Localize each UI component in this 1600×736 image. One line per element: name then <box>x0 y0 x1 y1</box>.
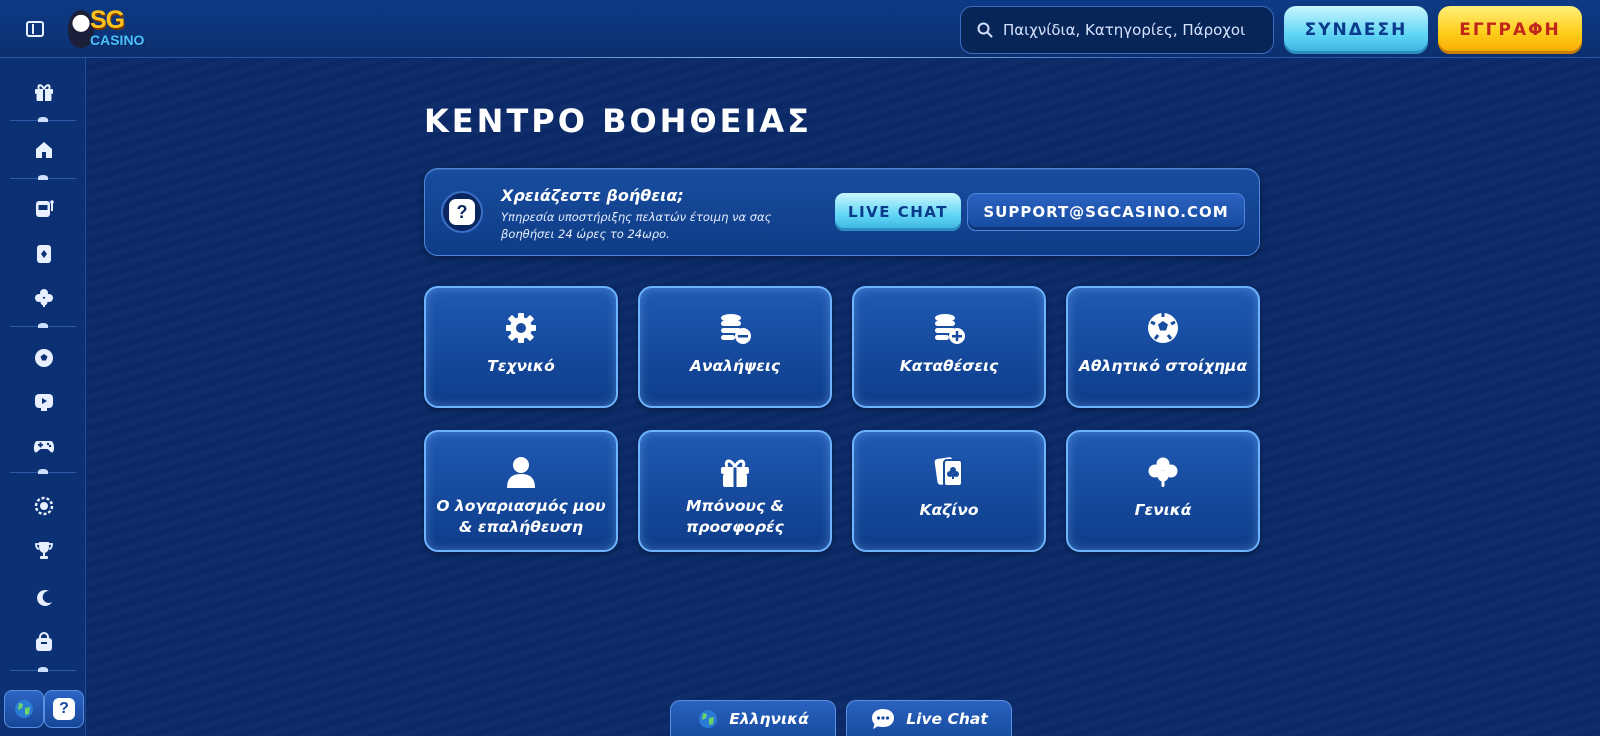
gift-icon <box>717 454 753 490</box>
sidebar-item-vip[interactable] <box>30 492 58 520</box>
category-label: Καζίνο <box>919 501 979 519</box>
user-icon <box>503 454 539 490</box>
sidebar-separator <box>10 323 76 328</box>
gamepad-icon <box>33 441 55 453</box>
category-label: Μπόνους & προσφορές <box>685 497 785 536</box>
language-selector-button[interactable]: Ελληνικά <box>670 700 836 736</box>
play-tv-icon <box>35 394 53 411</box>
search-icon <box>977 22 993 38</box>
gift-icon <box>35 84 53 101</box>
category-card-withdrawals[interactable]: Αναλήψεις <box>638 286 832 408</box>
category-label: Αθλητικό στοίχημα <box>1078 357 1248 375</box>
sidebar-separator <box>10 117 76 122</box>
help-banner-title: Χρειάζεστε βοήθεια; <box>501 186 684 205</box>
question-mark-icon: ? <box>449 199 475 225</box>
sidebar-item-gifts[interactable] <box>30 78 58 106</box>
help-circle-icon: ? <box>441 191 483 233</box>
shop-bag-icon <box>36 632 52 651</box>
category-card-sports-betting[interactable]: Αθλητικό στοίχημα <box>1066 286 1260 408</box>
language-globe-button[interactable] <box>4 690 44 728</box>
home-icon <box>36 142 52 158</box>
help-icon: ? <box>53 698 75 720</box>
main-content <box>87 59 1600 736</box>
footer-live-chat-button[interactable]: Live Chat <box>846 700 1012 736</box>
globe-icon <box>15 700 33 718</box>
coins-minus-icon <box>717 310 753 346</box>
badge-icon <box>34 496 54 516</box>
support-email-button[interactable]: SUPPORT@SGCASINO.COM <box>967 193 1245 231</box>
page-title: ΚΕΝΤΡΟ ΒΟΗΘΕΙΑΣ <box>424 102 813 140</box>
help-banner-subtitle: Υπηρεσία υποστήριξης πελατών έτοιμη να σ… <box>501 210 772 241</box>
slot-machine-icon <box>36 200 54 217</box>
logo-sg-text: SG <box>90 6 125 34</box>
soccer-ball-icon <box>1145 310 1181 346</box>
category-card-general[interactable]: Γενικά <box>1066 430 1260 552</box>
trophy-icon <box>35 542 53 559</box>
category-card-deposits[interactable]: Καταθέσεις <box>852 286 1046 408</box>
category-label: Αναλήψεις <box>689 357 781 375</box>
playing-cards-icon <box>931 454 967 490</box>
sidebar-separator <box>10 469 76 474</box>
category-label: Ο λογαριασμός μου & επαλήθευση <box>436 497 606 536</box>
category-card-technical[interactable]: Τεχνικό <box>424 286 618 408</box>
clover-icon <box>35 289 53 307</box>
sidebar-separator <box>10 175 76 180</box>
globe-icon <box>699 709 718 728</box>
category-card-account-verification[interactable]: Ο λογαριασμός μου & επαλήθευση <box>424 430 618 552</box>
gear-icon <box>503 310 539 346</box>
live-chat-label: Live Chat <box>906 709 988 728</box>
coins-plus-icon <box>931 310 967 346</box>
sidebar-item-casino[interactable] <box>30 240 58 268</box>
category-label: Τεχνικό <box>487 357 555 375</box>
left-sidebar <box>0 58 86 736</box>
category-label: Καταθέσεις <box>899 357 999 375</box>
sidebar-item-live-casino[interactable] <box>30 284 58 312</box>
category-card-bonus-offers[interactable]: Μπόνους & προσφορές <box>638 430 832 552</box>
language-label: Ελληνικά <box>729 709 809 728</box>
moon-icon <box>37 589 52 606</box>
sidebar-item-shop[interactable] <box>30 628 58 656</box>
search-box[interactable] <box>960 6 1274 54</box>
category-card-casino[interactable]: Καζίνο <box>852 430 1046 552</box>
sidebar-toggle-icon[interactable] <box>26 21 44 37</box>
sg-casino-logo[interactable]: SG CASINO <box>66 6 162 52</box>
top-header: SG CASINO ΣΥΝΔΕΣΗ ΕΓΓΡΑΦΗ <box>0 0 1600 58</box>
sidebar-item-live-betting[interactable] <box>30 388 58 416</box>
sidebar-separator <box>10 667 76 672</box>
help-button[interactable]: ? <box>44 690 84 728</box>
clover-icon <box>1145 454 1181 490</box>
logo-casino-text: CASINO <box>90 32 145 48</box>
sidebar-item-sports[interactable] <box>30 344 58 372</box>
login-button[interactable]: ΣΥΝΔΕΣΗ <box>1284 6 1428 54</box>
sidebar-item-slots[interactable] <box>30 194 58 222</box>
soccer-ball-icon <box>35 349 53 367</box>
sidebar-item-tournaments[interactable] <box>30 536 58 564</box>
live-chat-button[interactable]: LIVE CHAT <box>835 193 961 231</box>
category-label: Γενικά <box>1134 501 1192 519</box>
sidebar-item-esports[interactable] <box>30 432 58 460</box>
search-input[interactable] <box>1003 21 1263 39</box>
sidebar-item-home[interactable] <box>30 136 58 164</box>
sidebar-item-promotions[interactable] <box>30 584 58 612</box>
playing-card-icon <box>37 245 51 263</box>
help-banner: ? Χρειάζεστε βοήθεια; Υπηρεσία υποστήριξ… <box>424 168 1260 256</box>
register-button[interactable]: ΕΓΓΡΑΦΗ <box>1438 6 1582 54</box>
chat-bubble-icon <box>872 708 895 729</box>
